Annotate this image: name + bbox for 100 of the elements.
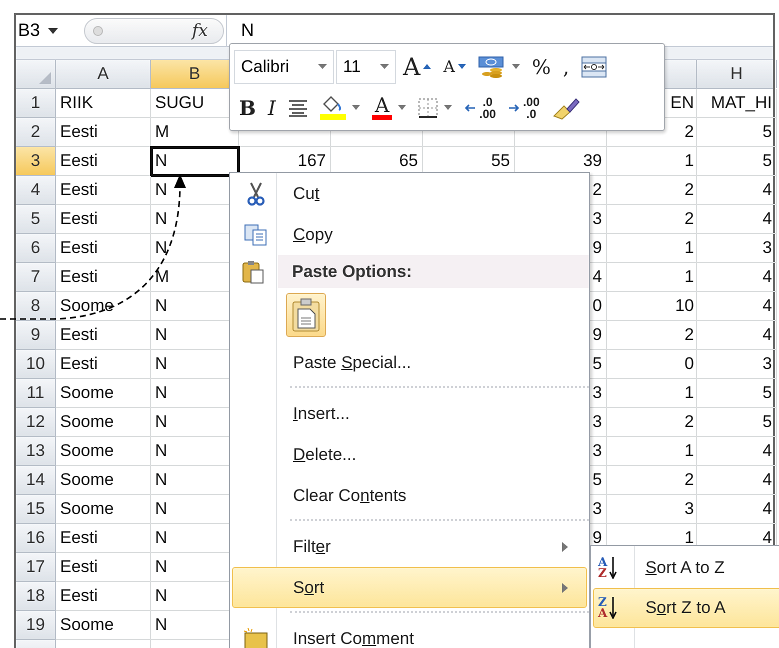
formula-bar-handle[interactable] [84, 18, 224, 44]
grow-font-button[interactable]: A [398, 50, 436, 84]
triangle-icon [423, 64, 432, 69]
row-header[interactable]: 14 [16, 466, 56, 495]
table-cell: 0 [592, 296, 602, 316]
table-cell: 4 [762, 528, 772, 548]
table-cell: Eesti [60, 557, 98, 577]
bold-button[interactable]: B [234, 90, 261, 124]
row-header[interactable]: 11 [16, 379, 56, 408]
table-cell: 1 [684, 441, 694, 461]
sort-letters: A Z [598, 557, 608, 579]
name-box[interactable]: B3 [16, 20, 84, 41]
submenu-arrow-icon [562, 542, 568, 552]
table-cell: RIIK [60, 93, 94, 113]
font-color-button[interactable]: A [366, 90, 412, 124]
table-cell: 2 [684, 209, 694, 229]
menu-item[interactable]: Delete... [232, 434, 587, 475]
menu-heading: Paste Options: [278, 255, 589, 288]
caret-icon [398, 105, 406, 110]
row-header[interactable]: 9 [16, 321, 56, 350]
table-cell: Eesti [60, 325, 98, 345]
table-cell: Eesti [60, 267, 98, 287]
table-cell: 2 [684, 122, 694, 142]
row-header[interactable]: 4 [16, 176, 56, 205]
row-header[interactable]: 1 [16, 89, 56, 118]
row-header[interactable]: 5 [16, 205, 56, 234]
table-cell: 2 [684, 325, 694, 345]
comma-button[interactable]: , [558, 50, 574, 84]
table-cell: 1 [684, 151, 694, 171]
menu-item[interactable]: Filter [232, 526, 587, 567]
table-cell: 0 [684, 354, 694, 374]
increase-decimal-button[interactable]: .0 .00 [459, 90, 501, 124]
table-cell: Eesti [60, 586, 98, 606]
menu-item[interactable]: Insert Comment [232, 618, 587, 648]
clipboard-icon [241, 260, 265, 284]
row-header[interactable]: 8 [16, 292, 56, 321]
table-cell: EN [670, 93, 694, 113]
table-cell: Eesti [60, 354, 98, 374]
table-cell: 3 [762, 238, 772, 258]
menu-item[interactable]: A Z Sort A to Z [593, 548, 779, 588]
table-cell: 4 [762, 325, 772, 345]
table-cell: 3 [592, 209, 602, 229]
percent-button[interactable]: % [526, 50, 556, 84]
table-cell: N [155, 412, 168, 432]
table-cell: N [155, 296, 168, 316]
down-arrow-icon [609, 597, 618, 619]
row-header[interactable]: 12 [16, 408, 56, 437]
shrink-font-button[interactable]: A [438, 50, 471, 84]
caret-icon [380, 64, 389, 69]
caret-icon [48, 28, 58, 34]
table-cell: M [155, 267, 170, 287]
row-header[interactable]: 16 [16, 524, 56, 553]
table-cell: 1 [684, 383, 694, 403]
table-cell: Eesti [60, 238, 98, 258]
table-cell: N [155, 586, 168, 606]
table-cell: 65 [399, 151, 418, 171]
font-dropdown[interactable]: Calibri [234, 50, 334, 84]
menu-item[interactable]: Insert... [232, 393, 587, 434]
menu-item[interactable]: Paste Special... [232, 342, 587, 383]
row-header[interactable]: 10 [16, 350, 56, 379]
decrease-decimal-button[interactable]: .00 .0 [502, 90, 545, 124]
row-header[interactable]: 17 [16, 553, 56, 582]
row-header[interactable]: 13 [16, 437, 56, 466]
down-arrow-icon [609, 557, 618, 579]
table-cell: Soome [60, 441, 114, 461]
row-header[interactable]: 7 [16, 263, 56, 292]
column-header[interactable]: H [697, 60, 777, 88]
table-cell: 55 [491, 151, 510, 171]
table-cell: 5 [762, 122, 772, 142]
table-cell: 10 [675, 296, 694, 316]
table-cell: 9 [592, 325, 602, 345]
menu-item[interactable]: Cut [232, 173, 587, 214]
font-size-dropdown[interactable]: 11 [336, 50, 396, 84]
menu-item[interactable]: Copy [232, 214, 587, 255]
table-cell: 3 [684, 499, 694, 519]
table-cell: MAT_HI [710, 93, 772, 113]
table-cell: 9 [592, 238, 602, 258]
table-cell: 5 [762, 412, 772, 432]
menu-item[interactable]: Z A Sort Z to A [593, 588, 779, 628]
caret-icon [352, 105, 360, 110]
table-cell: 4 [762, 267, 772, 287]
italic-button[interactable]: I [262, 90, 281, 124]
menu-item[interactable]: Clear Contents [232, 475, 587, 516]
paste-option-button[interactable] [286, 293, 326, 337]
row-header[interactable]: 3 [16, 147, 56, 176]
table-cell: Soome [60, 383, 114, 403]
table-cell: 4 [762, 441, 772, 461]
menu-item[interactable]: Sort [232, 567, 587, 608]
table-cell: SUGU [155, 93, 204, 113]
row-header[interactable]: 6 [16, 234, 56, 263]
insert-function-button[interactable]: fx [192, 20, 226, 40]
row-header[interactable]: 19 [16, 611, 56, 640]
table-cell: 5 [762, 151, 772, 171]
row-header[interactable]: 18 [16, 582, 56, 611]
row-header[interactable]: 15 [16, 495, 56, 524]
table-cell: Soome [60, 412, 114, 432]
row-header[interactable]: 2 [16, 118, 56, 147]
table-cell: 5 [762, 383, 772, 403]
table-cell: Soome [60, 296, 114, 316]
table-cell: N [155, 615, 168, 635]
